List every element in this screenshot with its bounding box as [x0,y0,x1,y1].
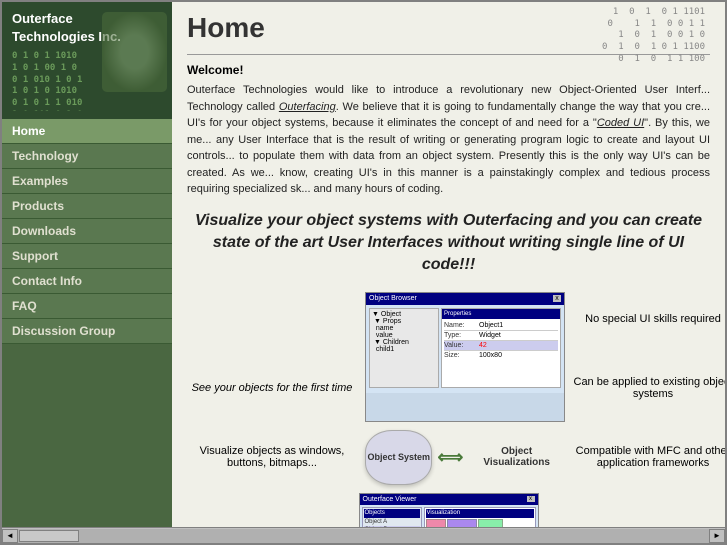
feature-text-visualize: Visualize objects as windows, buttons, b… [187,445,357,469]
mock-bottom-content: Objects Object A Object B Object C Visua… [360,505,538,527]
sidebar-item-support[interactable]: Support [2,244,172,269]
sidebar-item-home[interactable]: Home [2,119,172,144]
sidebar-item-technology[interactable]: Technology [2,144,172,169]
tagline: Visualize your object systems with Outer… [187,210,710,277]
scroll-thumb[interactable] [19,530,79,542]
feature-text-see-objects: See your objects for the first time [187,382,357,394]
sidebar-item-examples[interactable]: Examples [2,169,172,194]
feature-text-apply-existing: Can be applied to existing object system… [573,376,725,400]
object-visualizations-label: Object Visualizations [468,446,565,468]
feature-text-no-special: No special UI skills required [573,313,725,325]
mock-screenshot-bottom: Outerface Viewer x Objects Object A Obje… [359,493,539,527]
scroll-track[interactable] [18,529,709,543]
sidebar-face-image [102,12,167,92]
scroll-right-button[interactable]: ► [709,529,725,543]
bottom-screenshots: Outerface Viewer x Objects Object A Obje… [187,493,710,527]
scroll-left-button[interactable]: ◄ [2,529,18,543]
bottom-center: Object System ⟺ Object Visualizations [365,430,565,485]
horizontal-scrollbar[interactable]: ◄ ► [2,527,725,543]
sidebar: Outerface Technologies Inc. 0 1 0 1 1010… [2,2,172,527]
mock-bottom-close: x [527,496,535,502]
sidebar-item-contact[interactable]: Contact Info [2,269,172,294]
double-arrow: ⟺ [437,447,463,468]
content-area: 1 0 1 0 1 1101 0 1 1 0 0 1 1 1 0 1 0 0 1… [172,2,725,527]
sidebar-item-faq[interactable]: FAQ [2,294,172,319]
mock-bottom-title: Outerface Viewer [363,496,527,503]
mock-bottom-view: Visualization [424,507,536,527]
mock-props: Name:Object1 Type:Widget Value:42 Size:1… [442,319,560,362]
sidebar-item-discussion[interactable]: Discussion Group [2,319,172,344]
mock-bottom-list: Objects Object A Object B Object C [362,507,422,527]
intro-paragraph: Outerface Technologies would like to int… [187,82,710,198]
mock-screenshot-main: Object Browser x ▼ Object ▼ Props name v… [365,292,565,422]
mock-close: x [553,295,561,302]
binary-decoration: 1 0 1 0 1 1101 0 1 1 0 0 1 1 1 0 1 0 0 1… [602,7,705,65]
sidebar-logo: Outerface Technologies Inc. 0 1 0 1 1010… [2,2,172,119]
feature-text-compatible: Compatible with MFC and other applicatio… [573,445,725,469]
blob-object-system: Object System [365,430,432,485]
main-content[interactable]: 1 0 1 0 1 1101 0 1 1 0 0 1 1 1 0 1 0 0 1… [172,2,725,527]
mock-tree: ▼ Object ▼ Props name value ▼ Children c… [369,308,439,388]
mock-detail: Properties Name:Object1 Type:Widget Valu… [441,308,561,388]
mock-title: Object Browser [369,295,553,302]
sidebar-item-products[interactable]: Products [2,194,172,219]
sidebar-item-downloads[interactable]: Downloads [2,219,172,244]
